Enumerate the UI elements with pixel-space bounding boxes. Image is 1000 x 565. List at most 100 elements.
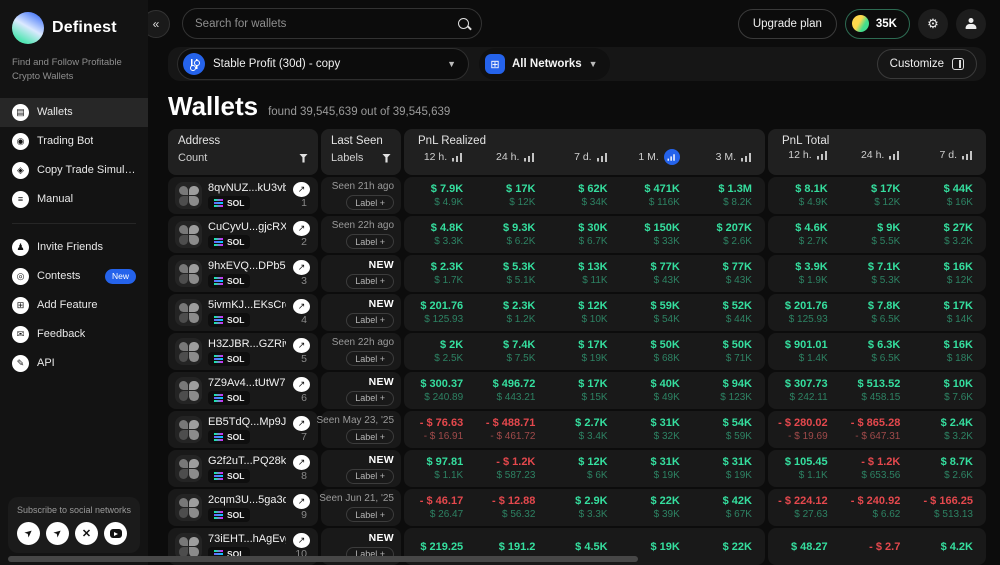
brand-name: Definest [52, 19, 117, 37]
sort-7d[interactable]: 7 d. [548, 149, 620, 165]
add-label-button[interactable]: Label + [346, 391, 394, 406]
sidebar-item-contests[interactable]: ◎ContestsNew [0, 262, 148, 291]
customize-label: Customize [890, 58, 944, 70]
table-row[interactable]: 9hxEVQ...DPb5PuSOL↗3NEWLabel +$ 2.3K$ 1.… [168, 255, 986, 292]
youtube-icon[interactable] [104, 522, 127, 545]
explorer-link-icon[interactable]: ↗ [293, 221, 310, 236]
explorer-link-icon[interactable]: ↗ [293, 182, 310, 197]
last-seen-cell: Seen May 23, '25Label + [321, 411, 401, 448]
pnl-value: $ 12K$ 6K [548, 456, 620, 481]
table-row[interactable]: H3ZJBR...GZRivdSOL↗5Seen 22h agoLabel +$… [168, 333, 986, 370]
telegram-channel-icon[interactable]: ➤ [46, 522, 69, 545]
settings-button[interactable]: ⚙ [918, 9, 948, 39]
add-label-button[interactable]: Label + [346, 507, 394, 522]
sidebar-item-wallets[interactable]: ▤Wallets [0, 98, 148, 127]
pnl-value: $ 17K$ 12K [476, 183, 548, 208]
explorer-link-icon[interactable]: ↗ [293, 533, 310, 548]
add-label-button[interactable]: Label + [346, 234, 394, 249]
pnl-value: $ 42K$ 67K [693, 495, 765, 520]
pnl-total-cell: $ 4.6K$ 2.7K$ 9K$ 5.5K$ 27K$ 3.2K [768, 216, 986, 253]
wallet-count: 8 [301, 470, 310, 482]
sort-12h[interactable]: 12 h. [404, 149, 476, 165]
pnl-value: $ 8.1K$ 4.9K [768, 183, 841, 208]
add-label-button[interactable]: Label + [346, 313, 394, 328]
explorer-link-icon[interactable]: ↗ [293, 299, 310, 314]
table-row[interactable]: EB5TdQ...Mp9JR5SOL↗7Seen May 23, '25Labe… [168, 411, 986, 448]
customize-button[interactable]: Customize [877, 49, 977, 79]
brand: Definest [0, 12, 148, 44]
credits-badge[interactable]: 35K [845, 9, 910, 39]
pnl-value: $ 191.2 [476, 541, 548, 553]
add-label-button[interactable]: Label + [346, 195, 394, 210]
pnl-value: $ 77K$ 43K [693, 261, 765, 286]
social-row: ➤ ➤ ✕ [17, 522, 131, 545]
manual-icon: ≡ [12, 191, 29, 208]
pnl-value: $ 59K$ 54K [621, 300, 693, 325]
pnl-value: $ 150K$ 33K [621, 222, 693, 247]
wallet-count: 1 [301, 197, 310, 209]
sidebar-item-trading-bot[interactable]: ◉Trading Bot [0, 127, 148, 156]
pnl-value: $ 2K$ 2.5K [404, 339, 476, 364]
profile-button[interactable] [956, 9, 986, 39]
sidebar-item-api[interactable]: ✎API [0, 349, 148, 378]
sidebar-item-invite-friends[interactable]: ♟Invite Friends [0, 233, 148, 262]
pnl-value: - $ 12.88$ 56.32 [476, 495, 548, 520]
pnl-realized-cell: $ 2K$ 2.5K$ 7.4K$ 7.5K$ 17K$ 19K$ 50K$ 6… [404, 333, 765, 370]
new-badge: New [105, 269, 136, 284]
pnl-value: $ 62K$ 34K [548, 183, 620, 208]
last-seen-text: Seen 22h ago [332, 220, 394, 231]
sort-24h[interactable]: 24 h. [476, 149, 548, 165]
solana-icon [214, 199, 223, 207]
pnl-value: $ 10K$ 7.6K [913, 378, 986, 403]
explorer-link-icon[interactable]: ↗ [293, 377, 310, 392]
table-row[interactable]: 2cqm3U...5ga3d2SOL↗9Seen Jun 21, '25Labe… [168, 489, 986, 526]
network-dropdown[interactable]: ⊞ All Networks ▼ [479, 48, 610, 80]
filter-funnel-icon[interactable] [299, 154, 308, 163]
sidebar-item-feedback[interactable]: ✉Feedback [0, 320, 148, 349]
table-row[interactable]: G2f2uT...PQ28kiSOL↗8NEWLabel +$ 97.81$ 1… [168, 450, 986, 487]
table-row[interactable]: 5ivmKJ...EKsCroSOL↗4NEWLabel +$ 201.76$ … [168, 294, 986, 331]
horizontal-scrollbar-thumb[interactable] [8, 556, 638, 562]
sidebar-item-add-feature[interactable]: ⊞Add Feature [0, 291, 148, 320]
sidebar-item-manual[interactable]: ≡Manual [0, 185, 148, 214]
pnl-value: $ 201.76$ 125.93 [404, 300, 476, 325]
explorer-link-icon[interactable]: ↗ [293, 455, 310, 470]
explorer-link-icon[interactable]: ↗ [293, 260, 310, 275]
add-label-button[interactable]: Label + [346, 469, 394, 484]
api-icon: ✎ [12, 355, 29, 372]
pnl-value: $ 13K$ 11K [548, 261, 620, 286]
pnl-value: - $ 240.92$ 6.62 [841, 495, 914, 520]
pnl-realized-cell: - $ 76.63- $ 16.91- $ 488.71- $ 461.72$ … [404, 411, 765, 448]
pnl-value: $ 307.73$ 242.11 [768, 378, 841, 403]
sort-12h[interactable]: 12 h. [768, 149, 841, 161]
upgrade-plan-button[interactable]: Upgrade plan [738, 9, 837, 39]
add-label-button[interactable]: Label + [346, 429, 394, 444]
pnl-value: - $ 1.2K$ 587.23 [476, 456, 548, 481]
explorer-link-icon[interactable]: ↗ [293, 494, 310, 509]
pnl-value: $ 54K$ 59K [693, 417, 765, 442]
pnl-value: $ 52K$ 44K [693, 300, 765, 325]
sidebar-nav-secondary: ♟Invite Friends◎ContestsNew⊞Add Feature✉… [0, 233, 148, 378]
explorer-link-icon[interactable]: ↗ [293, 416, 310, 431]
telegram-icon[interactable]: ➤ [17, 522, 40, 545]
add-label-button[interactable]: Label + [346, 274, 394, 289]
search-input[interactable] [195, 18, 450, 30]
add-label-button[interactable]: Label + [346, 351, 394, 366]
sort-24h[interactable]: 24 h. [841, 149, 914, 161]
table-row[interactable]: 7Z9Av4...tUtW7LSOL↗6NEWLabel +$ 300.37$ … [168, 372, 986, 409]
table-row[interactable]: 8qvNUZ...kU3vbzSOL↗1Seen 21h agoLabel +$… [168, 177, 986, 214]
explorer-link-icon[interactable]: ↗ [293, 338, 310, 353]
feedback-icon: ✉ [12, 326, 29, 343]
sort-3m[interactable]: 3 M. [693, 149, 765, 165]
filter-funnel-icon[interactable] [382, 154, 391, 163]
sort-1m[interactable]: 1 M. [621, 149, 693, 165]
preset-dropdown[interactable]: Stable Profit (30d) - copy ▼ [177, 48, 469, 80]
wallet-avatar [175, 299, 202, 326]
token-badge: SOL [208, 430, 250, 444]
sidebar-item-copy-trade-simulator[interactable]: ◈Copy Trade Simulator [0, 156, 148, 185]
pnl-realized-cell: - $ 46.17$ 26.47- $ 12.88$ 56.32$ 2.9K$ … [404, 489, 765, 526]
sort-7d[interactable]: 7 d. [913, 149, 986, 161]
search-bar[interactable] [182, 8, 482, 39]
x-icon[interactable]: ✕ [75, 522, 98, 545]
table-row[interactable]: CuCyvU...gjcRXCSOL↗2Seen 22h agoLabel +$… [168, 216, 986, 253]
